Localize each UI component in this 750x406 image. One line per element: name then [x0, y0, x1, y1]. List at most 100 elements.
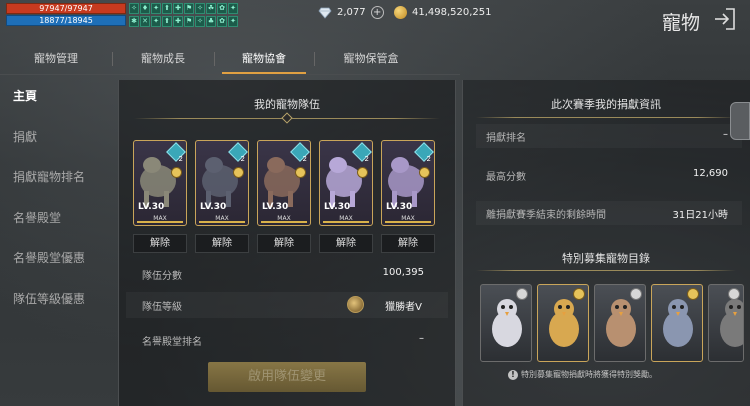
- star-badge-icon: [357, 167, 368, 178]
- release-button[interactable]: 解除: [195, 234, 249, 253]
- season-remaining-label: 離捐獻賽季結束的剩餘時間: [486, 210, 606, 221]
- tab-divider: [314, 52, 315, 66]
- release-button[interactable]: 解除: [381, 234, 435, 253]
- buff-icon: ✧: [195, 15, 205, 27]
- season-divider: [476, 117, 736, 118]
- pet-level: LV.30: [262, 202, 289, 212]
- buff-icon: ✦: [151, 15, 161, 27]
- star-badge-icon: [233, 167, 244, 178]
- buff-icon: ✿: [217, 15, 227, 27]
- top-score-label: 最高分數: [486, 172, 526, 183]
- diamond-amount: 2,077: [337, 7, 366, 18]
- pet-level: LV.30: [138, 202, 165, 212]
- star-badge-icon: [171, 167, 182, 178]
- pet-card[interactable]: 2 LV.30 MAX: [257, 140, 311, 226]
- hall-of-fame-rank-value: –: [419, 333, 424, 344]
- apply-team-change-button[interactable]: 啟用隊伍變更: [208, 362, 366, 392]
- rarity-badge-icon: [516, 288, 528, 300]
- buff-icon: ♣: [206, 15, 216, 27]
- release-button[interactable]: 解除: [133, 234, 187, 253]
- rarity-badge-icon: [573, 288, 585, 300]
- hp-bar: 97947/97947: [6, 3, 126, 14]
- gold-amount: 41,498,520,251: [412, 7, 492, 18]
- pet-exp-bar: [261, 221, 307, 223]
- buff-icon: ✧: [129, 3, 139, 14]
- sidebar-item-hall-of-fame-benefits[interactable]: 名譽殿堂優惠: [0, 246, 110, 287]
- star-badge-icon: [295, 167, 306, 178]
- buff-icon: ✦: [228, 3, 238, 14]
- sidebar-item-team-level-benefits[interactable]: 隊伍等級優惠: [0, 287, 110, 328]
- rarity-badge-icon: [630, 288, 642, 300]
- pet-exp-bar: [199, 221, 245, 223]
- donation-rank-label: 捐獻排名: [486, 133, 526, 144]
- buff-icon: ⬆: [162, 15, 172, 27]
- sidebar: 主頁 捐獻 捐獻寵物排名 名譽殿堂 名譽殿堂優惠 隊伍等級優惠: [0, 84, 110, 327]
- top-score-value: 12,690: [693, 168, 728, 179]
- hall-of-fame-rank-label: 名譽殿堂排名: [142, 337, 202, 348]
- diamond-icon: [318, 7, 332, 19]
- special-pets-note: ! 特別募集寵物捐獻時將獲得特別獎勵。: [508, 369, 657, 380]
- rarity-badge-icon: [687, 288, 699, 300]
- info-icon: !: [508, 370, 518, 380]
- buff-icon: ♦: [140, 3, 150, 14]
- gold-coin-icon: [394, 6, 407, 19]
- grade-value: 2: [178, 155, 183, 163]
- season-title: 此次賽季我的捐獻資訊: [551, 98, 661, 111]
- side-panel-handle[interactable]: [730, 102, 750, 140]
- special-pets-title: 特別募集寵物目錄: [562, 252, 650, 265]
- release-button[interactable]: 解除: [319, 234, 373, 253]
- buff-icon: ⚑: [184, 3, 194, 14]
- buff-icon: ✦: [151, 3, 161, 14]
- tab-divider: [112, 52, 113, 66]
- tab-divider: [214, 52, 215, 66]
- donation-rank-value: –: [723, 129, 728, 140]
- buff-icon: ☘: [206, 3, 216, 14]
- team-level-row: 隊伍等級 獵勝者V: [126, 292, 448, 318]
- team-level-label: 隊伍等級: [142, 302, 182, 313]
- team-rank-icon: [347, 296, 364, 313]
- tab-pet-storage[interactable]: 寵物保管盒: [314, 44, 428, 74]
- pet-exp-bar: [137, 221, 183, 223]
- grade-value: 2: [302, 155, 307, 163]
- season-remaining-row: 離捐獻賽季結束的剩餘時間 31日21小時: [476, 201, 742, 225]
- donation-rank-row: 捐獻排名 –: [476, 124, 742, 148]
- sidebar-item-home[interactable]: 主頁: [0, 84, 110, 125]
- diamond-currency: 2,077 +: [318, 6, 384, 19]
- buff-icon: ✕: [140, 15, 150, 27]
- mp-bar: 18877/18945: [6, 15, 126, 26]
- special-pet-card[interactable]: [708, 284, 744, 362]
- special-pet-card[interactable]: [651, 284, 703, 362]
- team-score-row: 隊伍分數 100,395: [126, 261, 448, 287]
- tab-pet-growth[interactable]: 寵物成長: [112, 44, 214, 74]
- buff-icon: ✧: [195, 3, 205, 14]
- tab-pet-management[interactable]: 寵物管理: [0, 44, 112, 74]
- buff-icon: ✚: [173, 3, 183, 14]
- pet-card[interactable]: 2 LV.30 MAX: [195, 140, 249, 226]
- sidebar-item-donation-ranking[interactable]: 捐獻寵物排名: [0, 165, 110, 206]
- team-title: 我的寵物隊伍: [254, 98, 320, 111]
- exit-icon[interactable]: [712, 6, 738, 32]
- release-button[interactable]: 解除: [257, 234, 311, 253]
- special-pet-card[interactable]: [537, 284, 589, 362]
- sidebar-item-hall-of-fame[interactable]: 名譽殿堂: [0, 206, 110, 247]
- top-bar: 97947/97947 18877/18945 ✧ ♦ ✦ ⬆ ✚ ⚑ ✧ ☘ ✿ ✦ ✱ ✕ ✦ ⬆ ✚ ⚑…: [0, 0, 750, 34]
- special-pet-card[interactable]: [480, 284, 532, 362]
- rarity-badge-icon: [728, 288, 740, 300]
- top-score-row: 最高分數 12,690: [476, 163, 742, 187]
- add-diamond-button[interactable]: +: [370, 6, 384, 19]
- pet-exp-bar: [385, 221, 431, 223]
- sidebar-item-donate[interactable]: 捐獻: [0, 125, 110, 166]
- special-pet-card[interactable]: [594, 284, 646, 362]
- tab-pet-association[interactable]: 寵物協會: [214, 44, 314, 74]
- pet-card[interactable]: 2 LV.30 MAX: [133, 140, 187, 226]
- star-badge-icon: [419, 167, 430, 178]
- team-level-value: 獵勝者V: [385, 302, 422, 313]
- special-divider: [476, 270, 736, 271]
- buff-icon: ✱: [129, 15, 139, 27]
- season-remaining-value: 31日21小時: [672, 210, 728, 221]
- pet-card[interactable]: 2 LV.30 MAX: [319, 140, 373, 226]
- gold-currency: 41,498,520,251: [394, 6, 492, 19]
- page-title: 寵物: [662, 12, 701, 34]
- tab-bar: 寵物管理 寵物成長 寵物協會 寵物保管盒: [0, 44, 460, 74]
- pet-card[interactable]: 2 LV.30 MAX: [381, 140, 435, 226]
